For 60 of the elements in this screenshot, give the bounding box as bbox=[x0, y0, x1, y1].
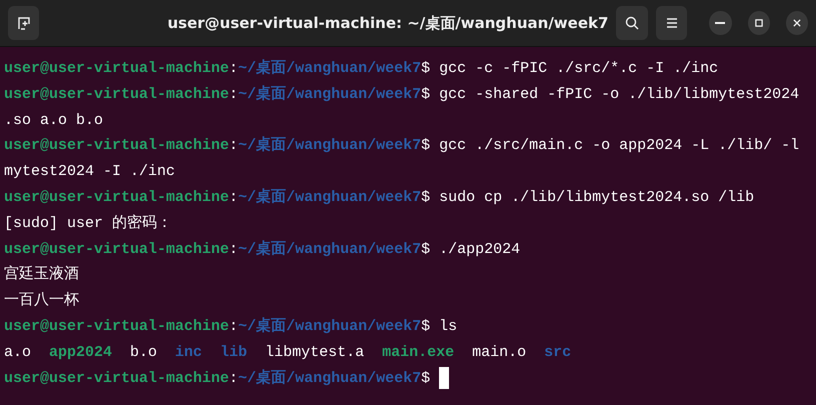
file-name: app2024 bbox=[49, 342, 112, 363]
minimize-icon bbox=[715, 22, 726, 24]
command-text: ./app2024 bbox=[438, 240, 520, 260]
prompt-symbol: $ bbox=[421, 368, 430, 389]
search-icon bbox=[624, 15, 640, 31]
prompt-symbol: $ bbox=[421, 316, 430, 337]
prompt-separator: : bbox=[229, 136, 238, 156]
prompt-user: user@user-virtual-machine bbox=[4, 59, 230, 79]
prompt-path: ~/桌面/wanghuan/week7 bbox=[238, 316, 422, 337]
search-button[interactable] bbox=[616, 6, 648, 40]
close-icon bbox=[792, 18, 802, 28]
prompt-user: user@user-virtual-machine bbox=[4, 84, 230, 105]
command-text: sudo cp ./lib/libmytest2024.so /lib bbox=[438, 188, 754, 208]
prompt-symbol: $ bbox=[421, 136, 430, 156]
prompt-path: ~/桌面/wanghuan/week7 bbox=[238, 135, 422, 156]
new-tab-button[interactable] bbox=[8, 6, 40, 40]
output-text: [sudo] user 的密码： bbox=[4, 213, 172, 234]
command-text: ls bbox=[438, 316, 458, 337]
new-tab-icon bbox=[16, 15, 32, 31]
prompt-symbol: $ bbox=[421, 84, 430, 105]
prompt-user: user@user-virtual-machine bbox=[4, 188, 230, 208]
prompt-separator: : bbox=[229, 188, 238, 208]
prompt-symbol: $ bbox=[421, 59, 430, 79]
file-name: main.o bbox=[472, 342, 526, 363]
maximize-icon bbox=[754, 18, 764, 28]
prompt-separator: : bbox=[229, 59, 238, 79]
prompt-symbol: $ bbox=[421, 240, 430, 260]
command-text: gcc ./src/main.c -o app2024 -L ./lib/ -l bbox=[438, 136, 800, 156]
prompt-user: user@user-virtual-machine bbox=[4, 316, 230, 337]
prompt-path: ~/桌面/wanghuan/week7 bbox=[238, 368, 422, 389]
output-text: .so a.o b.o bbox=[4, 110, 104, 131]
prompt-separator: : bbox=[229, 368, 238, 389]
command-text: gcc -c -fPIC ./src/*.c -I ./inc bbox=[438, 59, 718, 79]
prompt-user: user@user-virtual-machine bbox=[4, 136, 230, 156]
menu-button[interactable] bbox=[656, 6, 688, 40]
file-name: lib bbox=[220, 342, 248, 363]
file-name: src bbox=[544, 342, 572, 363]
output-text: mytest2024 -I ./inc bbox=[4, 162, 176, 182]
prompt-separator: : bbox=[229, 84, 238, 105]
prompt-separator: : bbox=[229, 316, 238, 337]
file-name: b.o bbox=[130, 342, 158, 363]
close-button[interactable] bbox=[786, 11, 808, 35]
file-name: a.o bbox=[4, 342, 32, 363]
prompt-path: ~/桌面/wanghuan/week7 bbox=[238, 187, 422, 208]
prompt-separator: : bbox=[229, 240, 238, 260]
prompt-path: ~/桌面/wanghuan/week7 bbox=[238, 84, 422, 105]
file-name: main.exe bbox=[382, 342, 454, 363]
file-name: libmytest.a bbox=[265, 342, 364, 363]
minimize-button[interactable] bbox=[709, 11, 732, 35]
output-text: 一百八一杯 bbox=[4, 290, 79, 312]
prompt-user: user@user-virtual-machine bbox=[4, 240, 230, 260]
output-text: 宫廷玉液酒 bbox=[4, 264, 79, 286]
file-name: inc bbox=[175, 342, 202, 363]
command-text: gcc -shared -fPIC -o ./lib/libmytest2024 bbox=[438, 84, 800, 105]
prompt-user: user@user-virtual-machine bbox=[4, 368, 230, 389]
prompt-path: ~/桌面/wanghuan/week7 bbox=[238, 58, 422, 79]
prompt-path: ~/桌面/wanghuan/week7 bbox=[238, 239, 422, 260]
maximize-button[interactable] bbox=[748, 11, 770, 35]
prompt-symbol: $ bbox=[421, 188, 430, 208]
window-title: user@user-virtual-machine: ~/桌面/wanghuan/week7 bbox=[166, 14, 608, 32]
